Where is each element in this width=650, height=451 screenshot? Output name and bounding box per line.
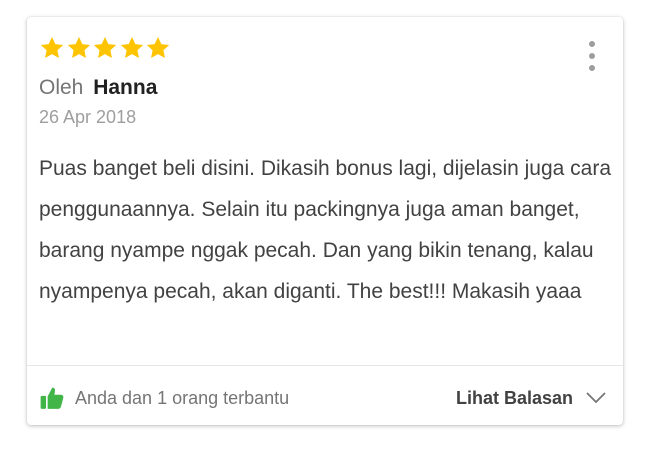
chevron-down-icon xyxy=(586,392,606,404)
thumbs-up-icon[interactable] xyxy=(39,385,65,411)
star-icon xyxy=(146,36,170,58)
star-icon xyxy=(67,36,90,58)
review-date: 26 Apr 2018 xyxy=(39,107,137,127)
rating-stars xyxy=(39,35,172,65)
divider xyxy=(27,365,623,366)
author-name: Hanna xyxy=(93,76,158,99)
helpful-count-text: Anda dan 1 orang terbantu xyxy=(75,387,290,408)
star-icon xyxy=(40,36,64,58)
helpful-section: Anda dan 1 orang terbantu xyxy=(39,385,289,411)
more-vertical-icon xyxy=(589,41,595,47)
star-icon xyxy=(120,36,143,58)
star-icon xyxy=(93,36,117,58)
more-options-button[interactable] xyxy=(585,41,599,71)
review-card: Oleh Hanna 26 Apr 2018 Puas banget beli … xyxy=(27,17,623,425)
author-prefix: Oleh xyxy=(39,76,84,99)
review-author-line: Oleh Hanna xyxy=(39,76,157,100)
review-footer: Anda dan 1 orang terbantu Lihat Balasan xyxy=(39,383,607,413)
review-text: Puas banget beli disini. Dikasih bonus l… xyxy=(39,157,612,303)
view-replies-button[interactable]: Lihat Balasan xyxy=(456,388,607,409)
view-replies-label: Lihat Balasan xyxy=(455,387,573,408)
